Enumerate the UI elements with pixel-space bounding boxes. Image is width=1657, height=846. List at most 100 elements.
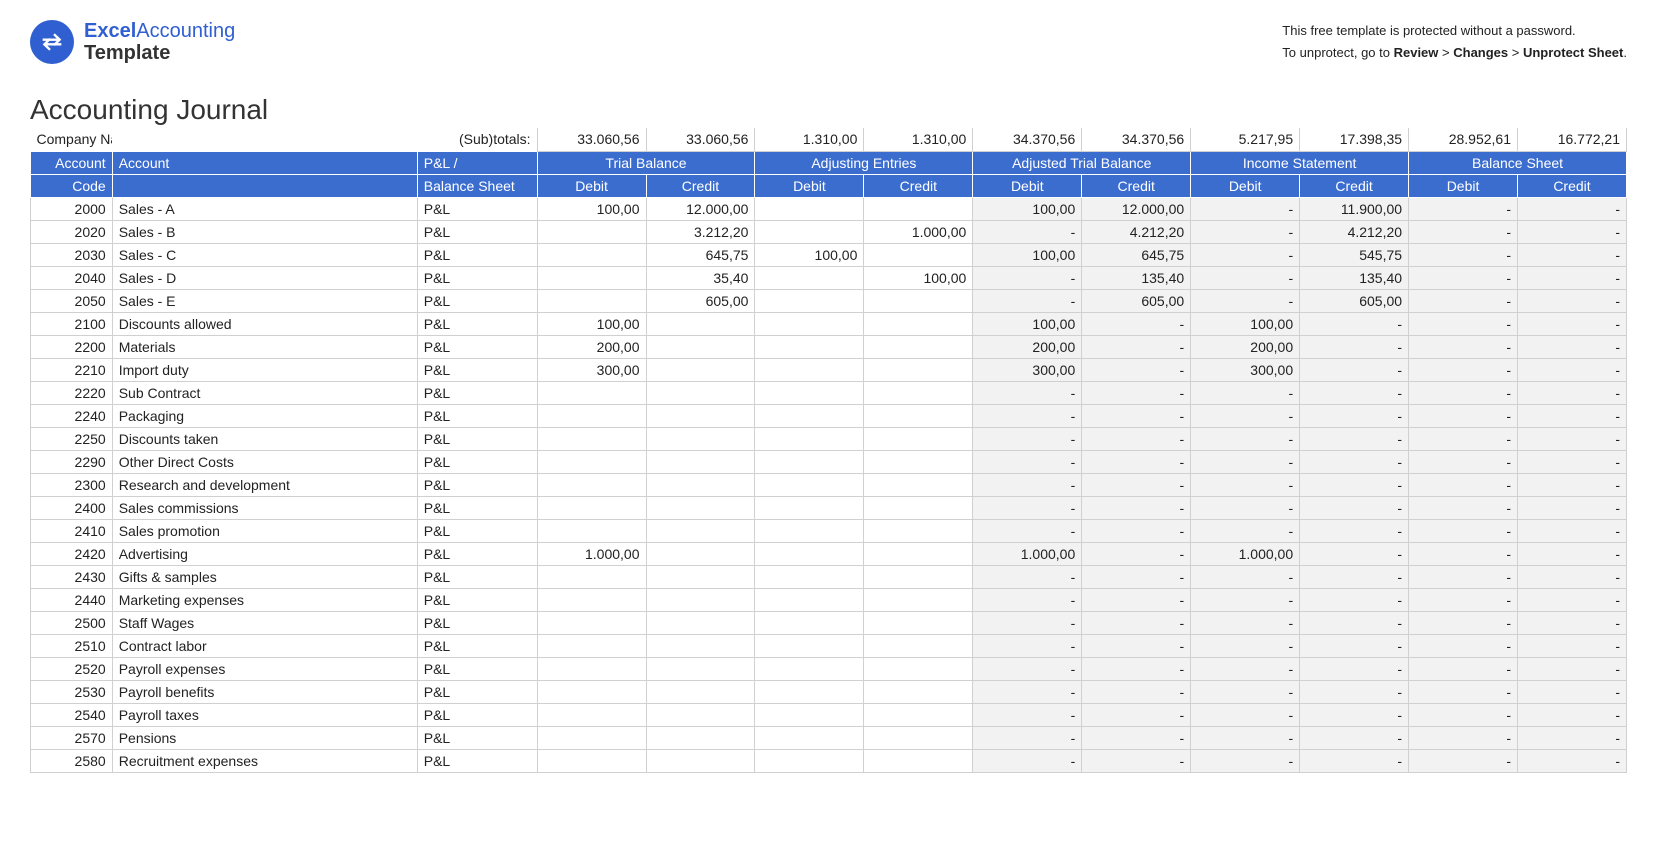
cell-type[interactable]: P&L	[417, 404, 537, 427]
cell-tb-debit[interactable]	[537, 703, 646, 726]
cell-account[interactable]: Recruitment expenses	[112, 749, 417, 772]
table-row[interactable]: 2570PensionsP&L------	[31, 726, 1627, 749]
cell-type[interactable]: P&L	[417, 381, 537, 404]
cell-ae-debit[interactable]	[755, 519, 864, 542]
cell-tb-debit[interactable]	[537, 381, 646, 404]
cell-ae-credit[interactable]	[864, 312, 973, 335]
cell-account[interactable]: Pensions	[112, 726, 417, 749]
cell-ae-debit[interactable]	[755, 634, 864, 657]
cell-ae-credit[interactable]	[864, 749, 973, 772]
table-row[interactable]: 2290Other Direct CostsP&L------	[31, 450, 1627, 473]
table-row[interactable]: 2210Import dutyP&L300,00300,00-300,00---	[31, 358, 1627, 381]
table-row[interactable]: 2300Research and developmentP&L------	[31, 473, 1627, 496]
cell-ae-debit[interactable]: 100,00	[755, 243, 864, 266]
cell-ae-debit[interactable]	[755, 473, 864, 496]
table-row[interactable]: 2440Marketing expensesP&L------	[31, 588, 1627, 611]
cell-ae-credit[interactable]	[864, 450, 973, 473]
cell-tb-credit[interactable]	[646, 703, 755, 726]
cell-ae-credit[interactable]: 100,00	[864, 266, 973, 289]
cell-ae-credit[interactable]	[864, 473, 973, 496]
cell-ae-credit[interactable]	[864, 680, 973, 703]
cell-tb-debit[interactable]	[537, 611, 646, 634]
cell-tb-credit[interactable]	[646, 381, 755, 404]
cell-account[interactable]: Import duty	[112, 358, 417, 381]
cell-code[interactable]: 2200	[31, 335, 113, 358]
cell-account[interactable]: Marketing expenses	[112, 588, 417, 611]
cell-code[interactable]: 2210	[31, 358, 113, 381]
cell-tb-credit[interactable]: 3.212,20	[646, 220, 755, 243]
cell-tb-debit[interactable]: 1.000,00	[537, 542, 646, 565]
table-row[interactable]: 2540Payroll taxesP&L------	[31, 703, 1627, 726]
cell-tb-credit[interactable]	[646, 726, 755, 749]
cell-tb-credit[interactable]	[646, 450, 755, 473]
cell-ae-debit[interactable]	[755, 312, 864, 335]
cell-tb-debit[interactable]	[537, 289, 646, 312]
cell-ae-debit[interactable]	[755, 450, 864, 473]
cell-type[interactable]: P&L	[417, 703, 537, 726]
cell-ae-debit[interactable]	[755, 611, 864, 634]
cell-code[interactable]: 2000	[31, 197, 113, 220]
cell-code[interactable]: 2290	[31, 450, 113, 473]
cell-tb-credit[interactable]	[646, 312, 755, 335]
cell-tb-credit[interactable]	[646, 427, 755, 450]
cell-type[interactable]: P&L	[417, 519, 537, 542]
cell-code[interactable]: 2510	[31, 634, 113, 657]
cell-ae-credit[interactable]	[864, 542, 973, 565]
table-row[interactable]: 2580Recruitment expensesP&L------	[31, 749, 1627, 772]
cell-tb-debit[interactable]	[537, 657, 646, 680]
cell-ae-credit[interactable]	[864, 703, 973, 726]
table-row[interactable]: 2400Sales commissionsP&L------	[31, 496, 1627, 519]
cell-ae-credit[interactable]	[864, 726, 973, 749]
cell-ae-credit[interactable]	[864, 335, 973, 358]
table-row[interactable]: 2240PackagingP&L------	[31, 404, 1627, 427]
cell-type[interactable]: P&L	[417, 749, 537, 772]
cell-account[interactable]: Payroll taxes	[112, 703, 417, 726]
cell-code[interactable]: 2030	[31, 243, 113, 266]
cell-code[interactable]: 2040	[31, 266, 113, 289]
cell-ae-debit[interactable]	[755, 726, 864, 749]
cell-account[interactable]: Discounts taken	[112, 427, 417, 450]
cell-type[interactable]: P&L	[417, 358, 537, 381]
cell-tb-debit[interactable]: 200,00	[537, 335, 646, 358]
cell-code[interactable]: 2540	[31, 703, 113, 726]
cell-ae-debit[interactable]	[755, 749, 864, 772]
cell-account[interactable]: Sales - B	[112, 220, 417, 243]
cell-tb-debit[interactable]	[537, 427, 646, 450]
cell-account[interactable]: Research and development	[112, 473, 417, 496]
cell-account[interactable]: Sales commissions	[112, 496, 417, 519]
cell-tb-credit[interactable]	[646, 749, 755, 772]
cell-code[interactable]: 2530	[31, 680, 113, 703]
cell-tb-debit[interactable]	[537, 726, 646, 749]
cell-account[interactable]: Gifts & samples	[112, 565, 417, 588]
cell-code[interactable]: 2410	[31, 519, 113, 542]
cell-tb-credit[interactable]	[646, 657, 755, 680]
cell-tb-debit[interactable]	[537, 634, 646, 657]
cell-ae-credit[interactable]	[864, 358, 973, 381]
cell-ae-debit[interactable]	[755, 197, 864, 220]
cell-type[interactable]: P&L	[417, 450, 537, 473]
cell-tb-credit[interactable]	[646, 634, 755, 657]
cell-tb-credit[interactable]	[646, 611, 755, 634]
cell-tb-credit[interactable]	[646, 565, 755, 588]
cell-type[interactable]: P&L	[417, 565, 537, 588]
table-row[interactable]: 2050Sales - EP&L605,00-605,00-605,00--	[31, 289, 1627, 312]
cell-ae-debit[interactable]	[755, 335, 864, 358]
table-row[interactable]: 2030Sales - CP&L645,75100,00100,00645,75…	[31, 243, 1627, 266]
table-row[interactable]: 2040Sales - DP&L35,40100,00-135,40-135,4…	[31, 266, 1627, 289]
cell-tb-credit[interactable]	[646, 358, 755, 381]
cell-tb-debit[interactable]	[537, 450, 646, 473]
cell-type[interactable]: P&L	[417, 726, 537, 749]
table-row[interactable]: 2220Sub ContractP&L------	[31, 381, 1627, 404]
table-row[interactable]: 2000Sales - AP&L100,0012.000,00100,0012.…	[31, 197, 1627, 220]
table-row[interactable]: 2420AdvertisingP&L1.000,001.000,00-1.000…	[31, 542, 1627, 565]
cell-code[interactable]: 2250	[31, 427, 113, 450]
cell-account[interactable]: Sub Contract	[112, 381, 417, 404]
cell-ae-credit[interactable]	[864, 496, 973, 519]
cell-ae-credit[interactable]	[864, 197, 973, 220]
cell-type[interactable]: P&L	[417, 427, 537, 450]
cell-code[interactable]: 2580	[31, 749, 113, 772]
cell-ae-debit[interactable]	[755, 266, 864, 289]
cell-ae-debit[interactable]	[755, 496, 864, 519]
cell-ae-debit[interactable]	[755, 358, 864, 381]
cell-tb-credit[interactable]: 12.000,00	[646, 197, 755, 220]
